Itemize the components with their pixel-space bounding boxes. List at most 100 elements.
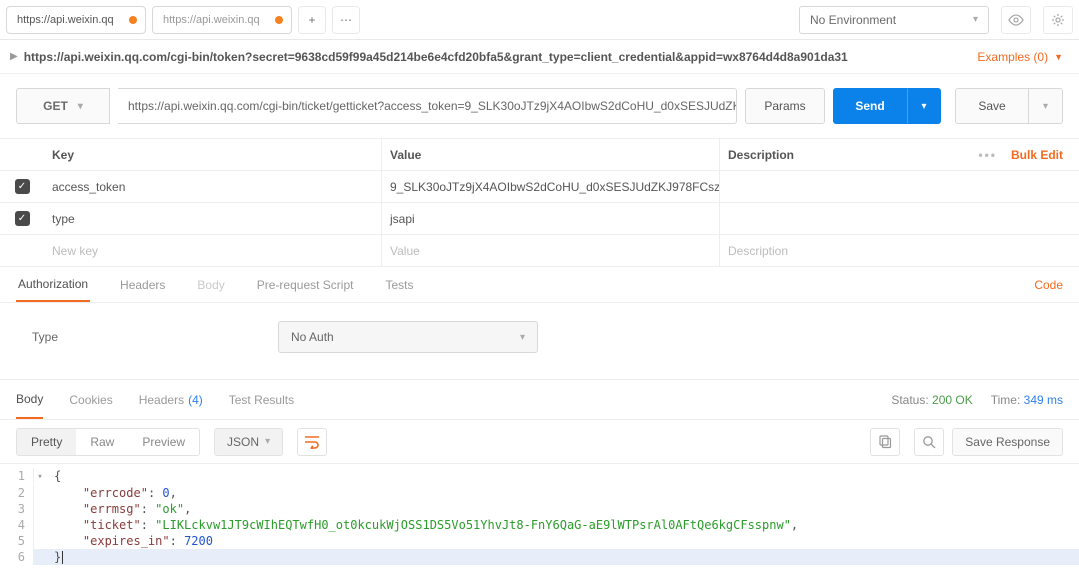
request-subtabs: Authorization Headers Body Pre-request S…	[0, 267, 1079, 303]
environment-quicklook-button[interactable]	[1001, 6, 1031, 34]
checkbox-checked-icon[interactable]: ✓	[15, 211, 30, 226]
unsaved-dot-icon	[129, 16, 137, 24]
time-label: Time:	[991, 393, 1021, 407]
param-desc-placeholder: Description	[720, 235, 1079, 266]
param-value: jsapi	[382, 203, 720, 234]
url-input-value: https://api.weixin.qq.com/cgi-bin/ticket…	[128, 99, 737, 113]
checkbox-checked-icon[interactable]: ✓	[15, 179, 30, 194]
request-title-url: https://api.weixin.qq.com/cgi-bin/token?…	[24, 50, 978, 64]
param-value-text[interactable]: 9_SLK30oJTz9jX4AOIbwS2dCoHU_d0xSESJUdZKJ…	[390, 180, 720, 194]
response-body-toolbar: Pretty Raw Preview JSON ▾ Save Response	[0, 420, 1079, 464]
col-value: Value	[382, 139, 720, 170]
tab-tests[interactable]: Tests	[383, 267, 415, 302]
tabs-overflow-button[interactable]: ⋯	[332, 6, 360, 34]
bulk-edit-link[interactable]: Bulk Edit	[1011, 148, 1063, 162]
response-body-viewer[interactable]: 1▾{2 "errcode": 0,3 "errmsg": "ok",4 "ti…	[0, 464, 1079, 565]
param-key: access_token	[44, 171, 382, 202]
save-dropdown-button[interactable]: ▾	[1029, 88, 1063, 124]
auth-type-select[interactable]: No Auth ▾	[278, 321, 538, 353]
tab-body[interactable]: Body	[195, 267, 226, 302]
tab-request-1[interactable]: https://api.weixin.qq	[152, 6, 292, 34]
col-key: Key	[44, 139, 382, 170]
save-label: Save	[978, 99, 1005, 113]
tab-prerequest[interactable]: Pre-request Script	[255, 267, 356, 302]
wrap-icon	[304, 435, 320, 449]
param-key-placeholder: New key	[44, 235, 382, 266]
param-key-text[interactable]: access_token	[52, 180, 125, 194]
authorization-panel: Type No Auth ▾	[0, 303, 1079, 380]
request-bar: GET ▾ https://api.weixin.qq.com/cgi-bin/…	[0, 74, 1079, 138]
wrap-lines-button[interactable]	[297, 428, 327, 456]
unsaved-dot-icon	[275, 16, 283, 24]
send-label: Send	[855, 99, 884, 113]
param-row-new[interactable]: New key Value Description	[0, 235, 1079, 267]
search-response-button[interactable]	[914, 428, 944, 456]
tab-title: https://api.weixin.qq	[17, 14, 114, 26]
tab-request-0[interactable]: https://api.weixin.qq	[6, 6, 146, 34]
chevron-down-icon: ▾	[921, 101, 926, 112]
param-value-text[interactable]: jsapi	[390, 212, 415, 226]
view-raw[interactable]: Raw	[76, 429, 128, 455]
environment-select[interactable]: No Environment ▾	[799, 6, 989, 34]
request-tabs: https://api.weixin.qq https://api.weixin…	[6, 0, 366, 39]
param-row[interactable]: ✓ access_token 9_SLK30oJTz9jX4AOIbwS2dCo…	[0, 171, 1079, 203]
tab-authorization[interactable]: Authorization	[16, 267, 90, 302]
time-value: 349 ms	[1024, 393, 1063, 407]
chevron-down-icon: ▾	[265, 436, 270, 447]
param-value-placeholder: Value	[382, 235, 720, 266]
environment-label: No Environment	[810, 13, 896, 27]
tab-headers[interactable]: Headers	[118, 267, 167, 302]
response-meta: Status: 200 OK Time: 349 ms	[891, 393, 1063, 407]
resp-tab-body[interactable]: Body	[16, 380, 43, 419]
chevron-right-icon[interactable]: ▶	[10, 51, 18, 62]
auth-type-label: Type	[32, 330, 58, 344]
tab-title: https://api.weixin.qq	[163, 14, 260, 26]
param-description	[720, 203, 1079, 234]
param-value: 9_SLK30oJTz9jX4AOIbwS2dCoHU_d0xSESJUdZKJ…	[382, 171, 720, 202]
status-label: Status:	[891, 393, 928, 407]
resp-tab-testresults[interactable]: Test Results	[229, 380, 294, 419]
params-table: Key Value Description ••• Bulk Edit ✓ ac…	[0, 138, 1079, 267]
new-tab-button[interactable]: +	[298, 6, 326, 34]
view-pretty[interactable]: Pretty	[17, 429, 76, 455]
status-value: 200 OK	[932, 393, 973, 407]
search-icon	[922, 435, 936, 449]
environment-area: No Environment ▾	[799, 6, 1073, 34]
send-button[interactable]: Send	[833, 88, 907, 124]
chevron-down-icon: ▾	[78, 101, 83, 112]
send-dropdown-button[interactable]: ▾	[907, 88, 941, 124]
copy-icon	[879, 435, 892, 449]
params-button[interactable]: Params	[745, 88, 825, 124]
param-row[interactable]: ✓ type jsapi	[0, 203, 1079, 235]
params-header-row: Key Value Description ••• Bulk Edit	[0, 139, 1079, 171]
response-tabs: Body Cookies Headers(4) Test Results Sta…	[0, 380, 1079, 420]
gear-icon	[1051, 13, 1065, 27]
eye-icon	[1008, 14, 1024, 26]
chevron-down-icon: ▾	[973, 14, 978, 25]
caret-down-icon: ▼	[1054, 52, 1063, 62]
format-select[interactable]: JSON ▾	[214, 428, 283, 456]
resp-tab-headers[interactable]: Headers(4)	[139, 380, 203, 419]
auth-type-value: No Auth	[291, 330, 334, 344]
method-select[interactable]: GET ▾	[16, 88, 110, 124]
view-preview[interactable]: Preview	[128, 429, 199, 455]
save-response-button[interactable]: Save Response	[952, 428, 1063, 456]
more-icon[interactable]: •••	[978, 148, 997, 162]
chevron-down-icon: ▾	[520, 332, 525, 343]
param-key: type	[44, 203, 382, 234]
method-label: GET	[43, 99, 68, 113]
save-button[interactable]: Save	[955, 88, 1029, 124]
param-description	[720, 171, 1079, 202]
settings-button[interactable]	[1043, 6, 1073, 34]
param-key-text[interactable]: type	[52, 212, 75, 226]
format-label: JSON	[227, 435, 259, 449]
examples-label: Examples (0)	[977, 50, 1048, 64]
resp-tab-cookies[interactable]: Cookies	[69, 380, 112, 419]
params-label: Params	[764, 99, 805, 113]
url-input[interactable]: https://api.weixin.qq.com/cgi-bin/ticket…	[118, 88, 737, 124]
copy-response-button[interactable]	[870, 428, 900, 456]
code-link[interactable]: Code	[1034, 278, 1063, 292]
examples-dropdown[interactable]: Examples (0) ▼	[977, 50, 1063, 64]
request-title-row: ▶ https://api.weixin.qq.com/cgi-bin/toke…	[0, 40, 1079, 74]
app-topbar: https://api.weixin.qq https://api.weixin…	[0, 0, 1079, 40]
